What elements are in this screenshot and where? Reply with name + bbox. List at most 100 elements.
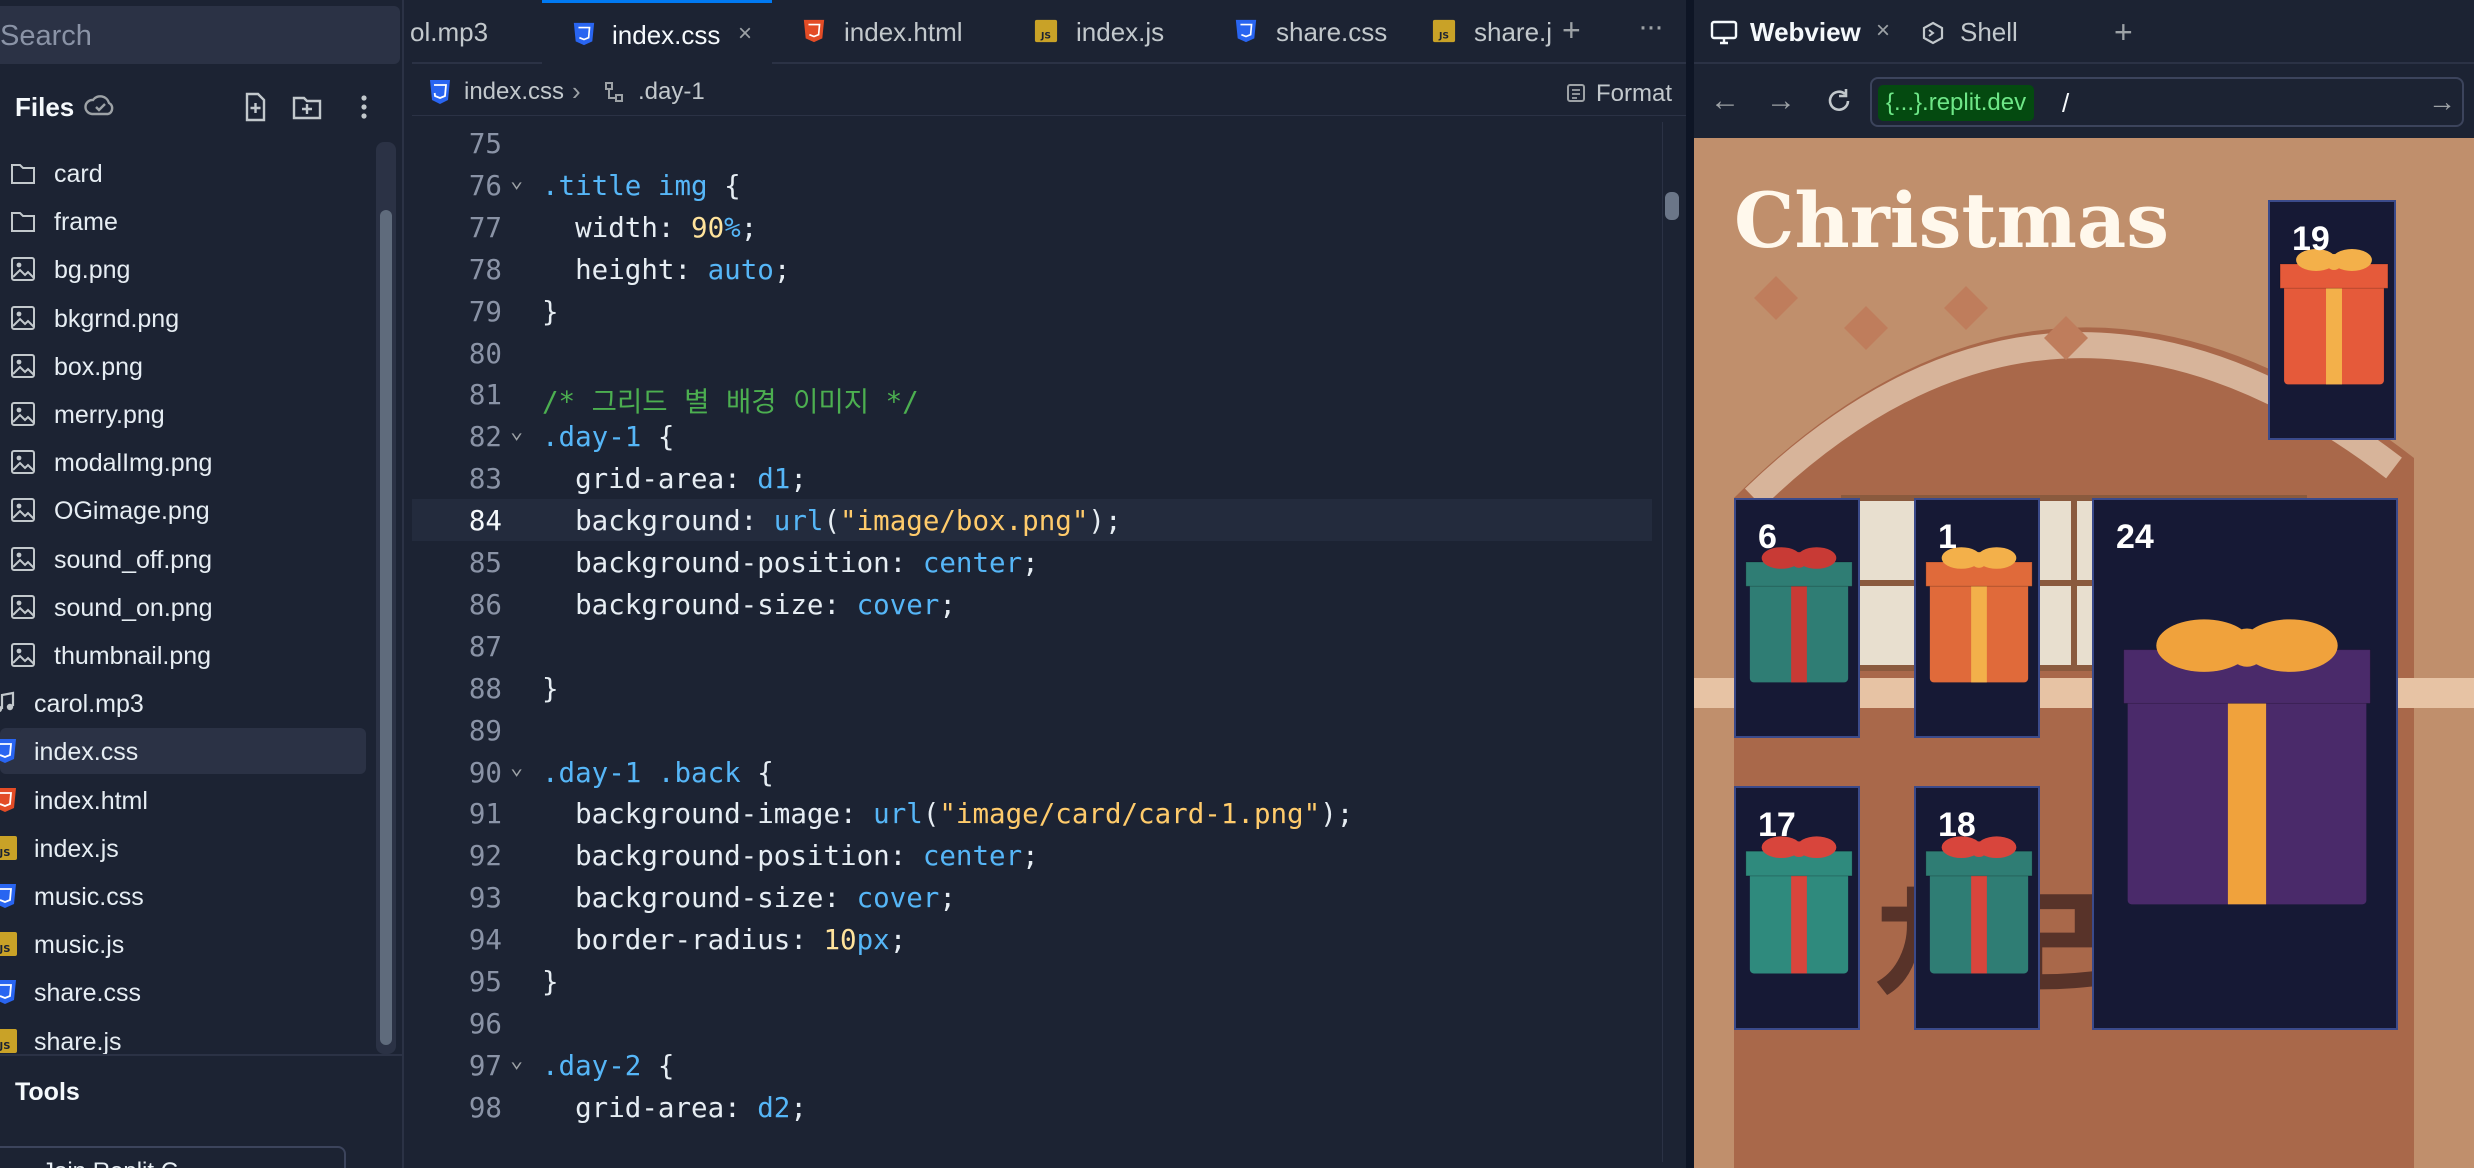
code-line[interactable]: 93 background-size: cover; xyxy=(412,876,1652,918)
gift-tile[interactable]: 18 xyxy=(1914,786,2040,1030)
file-item[interactable]: bg.png xyxy=(0,246,366,292)
code-line[interactable]: 77 width: 90%; xyxy=(412,206,1652,248)
file-item[interactable]: JS index.js xyxy=(0,825,366,871)
code-line[interactable]: 89 xyxy=(412,709,1652,751)
code-token: 90 xyxy=(691,211,725,244)
reload-icon[interactable] xyxy=(1824,86,1854,116)
code-line[interactable]: 81 /* 그리드 별 배경 이미지 */ xyxy=(412,373,1652,418)
url-bar[interactable]: {...}.replit.dev / → xyxy=(1870,77,2464,127)
editor-tab[interactable]: ol.mp3 xyxy=(410,0,540,64)
sidebar-scrollbar-thumb[interactable] xyxy=(380,210,392,1045)
code-line[interactable]: 94 border-radius: 10px; xyxy=(412,918,1652,960)
file-item[interactable]: index.html xyxy=(0,777,366,823)
code-token: center xyxy=(922,547,1023,579)
new-file-icon[interactable] xyxy=(238,90,272,124)
code-token: ; xyxy=(939,588,956,621)
search-input[interactable]: Search xyxy=(0,6,400,64)
code-text: background-size: cover; xyxy=(542,882,956,914)
file-item[interactable]: OGimage.png xyxy=(0,487,366,533)
file-item-label: sound_on.png xyxy=(54,593,213,622)
tab-shell[interactable]: Shell xyxy=(1908,0,2094,64)
back-icon[interactable]: ← xyxy=(1710,84,1740,118)
gift-tile[interactable]: 19 xyxy=(2268,200,2396,440)
fold-chevron-icon[interactable]: ⌄ xyxy=(510,755,523,780)
gift-tile[interactable]: 1 xyxy=(1914,498,2040,738)
code-line[interactable]: 84 background: url("image/box.png"); xyxy=(412,499,1652,542)
file-item[interactable]: merry.png xyxy=(0,391,366,437)
file-item[interactable]: box.png xyxy=(0,343,366,389)
file-item[interactable]: index.css xyxy=(0,728,366,775)
breadcrumb-symbol[interactable]: .day-1 xyxy=(638,78,705,106)
editor-tab[interactable]: index.html xyxy=(772,0,1006,64)
close-icon[interactable]: × xyxy=(1876,17,1890,45)
file-item-label: thumbnail.png xyxy=(54,642,212,670)
code-line[interactable]: 88} xyxy=(412,667,1652,709)
code-line[interactable]: 83 grid-area: d1; xyxy=(412,457,1652,499)
line-number: 79 xyxy=(468,295,502,328)
fold-chevron-icon[interactable]: ⌄ xyxy=(510,419,523,444)
pane-divider[interactable] xyxy=(1686,0,1694,1168)
file-item[interactable]: sound_off.png xyxy=(0,536,366,582)
file-item[interactable]: share.css xyxy=(0,969,366,1015)
more-tabs-icon[interactable]: ··· xyxy=(1638,10,1664,44)
close-icon[interactable]: × xyxy=(738,20,752,48)
url-path[interactable]: / xyxy=(2062,88,2069,119)
editor-tab[interactable]: JS index.js xyxy=(1006,0,1206,64)
fold-chevron-icon[interactable]: ⌄ xyxy=(510,168,523,193)
file-item[interactable]: modalImg.png xyxy=(0,439,366,485)
code-line[interactable]: 82 ⌄ .day-1 { xyxy=(412,415,1652,457)
file-item[interactable]: sound_on.png xyxy=(0,584,366,630)
code-line[interactable]: 95} xyxy=(412,960,1652,1002)
code-line[interactable]: 86 background-size: cover; xyxy=(412,583,1652,625)
tab-webview[interactable]: Webview × xyxy=(1694,0,1902,64)
code-line[interactable]: 75 xyxy=(412,122,1652,164)
file-item[interactable]: JS share.js xyxy=(0,1018,366,1054)
code-line[interactable]: 85 background-position: center; xyxy=(412,541,1652,583)
code-token: border-radius: xyxy=(542,924,824,957)
go-arrow-icon[interactable]: → xyxy=(2428,86,2456,118)
file-item[interactable]: bkgrnd.png xyxy=(0,295,366,341)
join-community-button[interactable]: Join Replit C... xyxy=(0,1146,346,1168)
code-line[interactable]: 90 ⌄ .day-1 .back { xyxy=(412,751,1652,793)
gift-tile[interactable]: 24 xyxy=(2092,498,2398,1030)
file-item-label: bg.png xyxy=(54,256,131,285)
code-token: ; xyxy=(1022,547,1039,579)
code-line[interactable]: 91 background-image: url("image/card/car… xyxy=(412,792,1652,834)
new-folder-icon[interactable] xyxy=(290,90,324,124)
code-area[interactable]: 75 76 ⌄ .title img {77 width: 90%; 78 height… xyxy=(412,122,1662,1162)
file-item[interactable]: music.css xyxy=(0,873,366,919)
js-file-icon: JS xyxy=(0,835,18,861)
code-line[interactable]: 76 ⌄ .title img { xyxy=(412,164,1652,206)
code-token: ); xyxy=(1088,505,1122,538)
editor-tab[interactable]: share.css xyxy=(1206,0,1412,64)
file-item[interactable]: carol.mp3 xyxy=(0,680,366,726)
code-token: ; xyxy=(939,882,956,915)
add-tab-icon[interactable]: + xyxy=(1562,12,1581,49)
gift-box-icon xyxy=(2123,619,2371,905)
file-item[interactable]: card xyxy=(0,150,366,196)
file-item[interactable]: thumbnail.png xyxy=(0,632,366,678)
code-line[interactable]: 79} xyxy=(412,290,1652,332)
code-line[interactable]: 97 ⌄ .day-2 { xyxy=(412,1044,1652,1086)
code-line[interactable]: 78 height: auto; xyxy=(412,248,1652,290)
gift-tile[interactable]: 6 xyxy=(1734,498,1860,738)
code-line[interactable]: 87 xyxy=(412,625,1652,667)
editor-scrollbar[interactable] xyxy=(1662,122,1684,1162)
code-line[interactable]: 96 xyxy=(412,1002,1652,1044)
editor-tab[interactable]: JS share.js xyxy=(1412,0,1552,64)
app-preview: 체리 Christmas 6 1 24 xyxy=(1694,138,2474,1168)
editor-scrollbar-thumb[interactable] xyxy=(1665,192,1679,220)
code-line[interactable]: 80 xyxy=(412,332,1652,374)
file-item[interactable]: JS music.js xyxy=(0,921,366,967)
gift-tile[interactable]: 17 xyxy=(1734,786,1860,1030)
code-line[interactable]: 98 grid-area: d2; xyxy=(412,1086,1652,1128)
fold-chevron-icon[interactable]: ⌄ xyxy=(510,1048,523,1073)
forward-icon[interactable]: → xyxy=(1766,84,1796,118)
add-tab-icon[interactable]: + xyxy=(2114,14,2133,51)
line-number: 96 xyxy=(468,1007,502,1040)
breadcrumb-file[interactable]: index.css xyxy=(464,78,564,106)
code-line[interactable]: 92 background-position: center; xyxy=(412,834,1652,876)
editor-tab[interactable]: index.css × xyxy=(542,0,772,64)
file-item[interactable]: frame xyxy=(0,198,366,244)
more-options-icon[interactable] xyxy=(347,90,381,124)
